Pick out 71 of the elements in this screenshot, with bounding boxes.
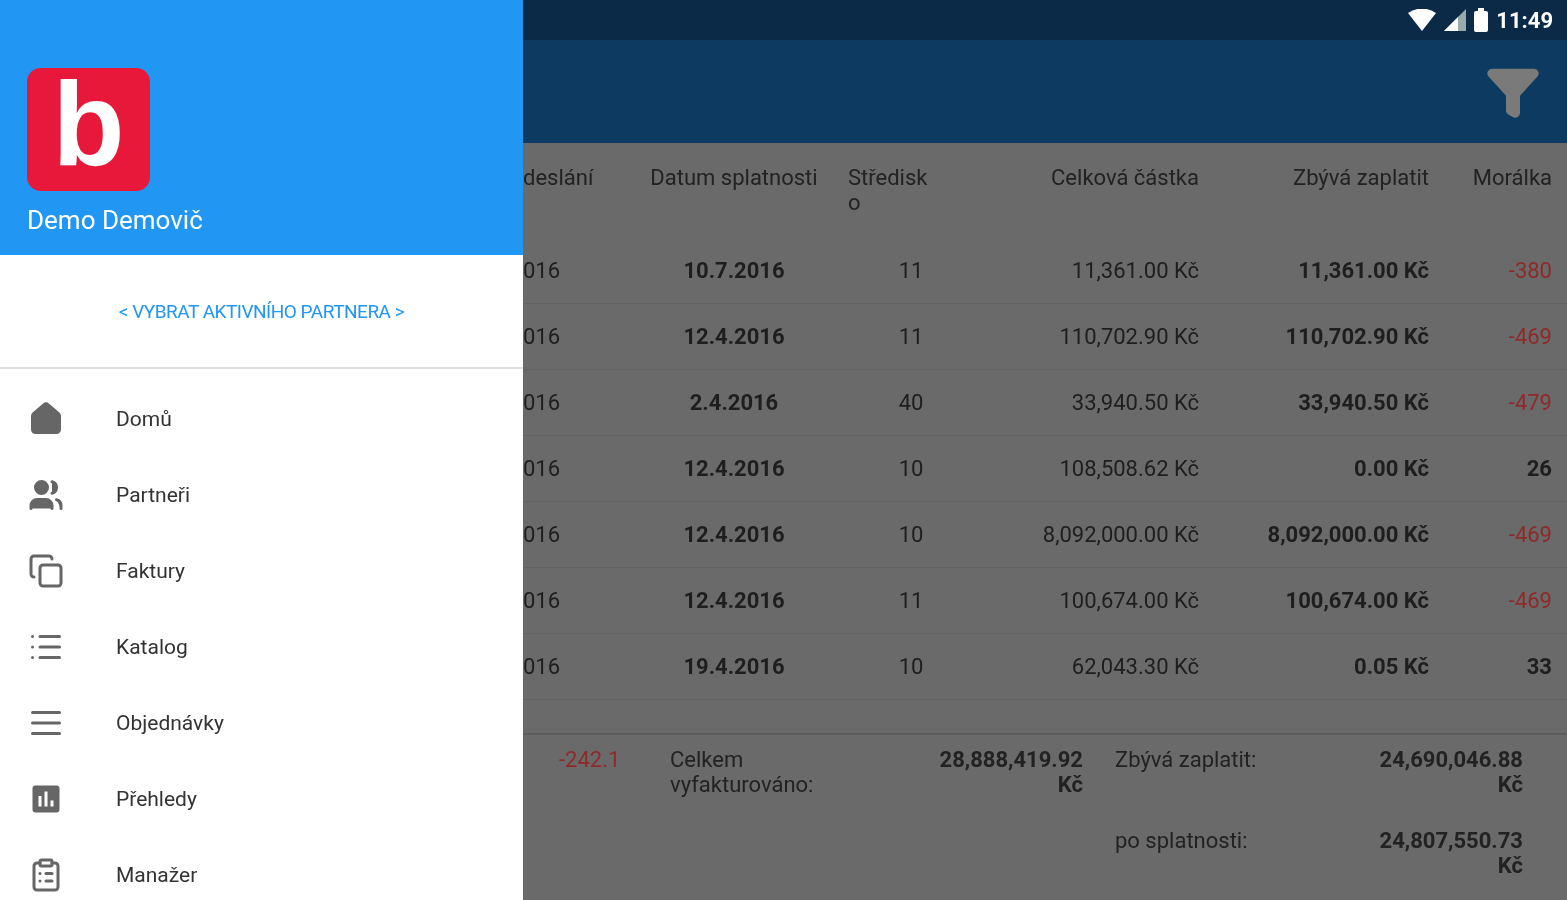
menu-item[interactable]: Přehledy bbox=[0, 761, 523, 837]
table-cell-text: 19.4.2016 bbox=[682, 654, 786, 679]
overdue-label: po splatnosti: bbox=[1114, 827, 1249, 855]
table-cell-text: 12.4.2016 bbox=[682, 522, 786, 547]
user-name: Demo Demovič bbox=[27, 205, 204, 235]
table-cell-text: 016 bbox=[523, 588, 562, 613]
remaining-label: Zbývá zaplatit: bbox=[1114, 747, 1258, 774]
table-cell-text: 2.4.2016 bbox=[688, 390, 780, 415]
invoiced-value: 28,888,419.92 Kč bbox=[938, 747, 1083, 799]
average-morality: -242.1 bbox=[558, 747, 622, 774]
table-cell-text: 11 bbox=[897, 258, 925, 283]
table-cell-text: -479 bbox=[1507, 390, 1552, 415]
table-cell-text: 11 bbox=[897, 324, 925, 349]
table-cell-text: 100,674.00 Kč bbox=[1058, 588, 1199, 613]
table-cell-text: 8,092,000.00 Kč bbox=[1266, 522, 1429, 547]
table-cell-text: 016 bbox=[523, 324, 562, 349]
table-cell-text: 12.4.2016 bbox=[682, 588, 786, 613]
copies-icon bbox=[28, 553, 64, 589]
table-cell-text: 0.05 Kč bbox=[1353, 654, 1429, 679]
column-header: Středisko bbox=[848, 165, 929, 215]
battery-icon bbox=[1474, 8, 1489, 32]
table-cell-text: 108,508.62 Kč bbox=[1058, 456, 1199, 481]
menu-item[interactable]: Partneři bbox=[0, 457, 523, 533]
home-icon bbox=[28, 401, 64, 437]
people-icon bbox=[28, 477, 64, 513]
table-cell-text: 12.4.2016 bbox=[682, 324, 786, 349]
table-cell-text: 10 bbox=[897, 654, 925, 679]
overdue-value: 24,807,550.73 Kč bbox=[1378, 827, 1523, 880]
remaining-value: 24,690,046.88 Kč bbox=[1378, 747, 1523, 799]
menu-item[interactable]: Faktury bbox=[0, 533, 523, 609]
table-cell-text: 10 bbox=[897, 522, 925, 547]
table-cell-text: 110,702.90 Kč bbox=[1058, 324, 1199, 349]
column-header: Celková částka bbox=[1050, 165, 1199, 190]
table-cell-text: 33,940.50 Kč bbox=[1070, 390, 1199, 415]
wifi-icon bbox=[1408, 9, 1437, 31]
invoiced-label: Celkem vyfakturováno: bbox=[669, 747, 815, 799]
table-cell-text: 0.00 Kč bbox=[1353, 456, 1429, 481]
clock: 11:49 bbox=[1496, 7, 1553, 33]
menu-item[interactable]: Objednávky bbox=[0, 685, 523, 761]
table-cell-text: 11 bbox=[897, 588, 925, 613]
signal-icon bbox=[1444, 9, 1467, 31]
column-header: deslání bbox=[523, 165, 595, 190]
column-header: Zbývá zaplatit bbox=[1291, 165, 1429, 190]
table-cell-text: 8,092,000.00 Kč bbox=[1041, 522, 1199, 547]
table-cell-text: 11,361.00 Kč bbox=[1070, 258, 1199, 283]
table-cell-text: 10 bbox=[897, 456, 925, 481]
table-cell-text: -469 bbox=[1507, 588, 1552, 613]
table-cell-text: 33 bbox=[1525, 654, 1552, 679]
table-cell-text: 110,702.90 Kč bbox=[1284, 324, 1429, 349]
table-cell-text: 016 bbox=[523, 456, 562, 481]
table-cell-text: -469 bbox=[1507, 522, 1552, 547]
table-cell-text: -469 bbox=[1507, 324, 1552, 349]
table-cell-text: 016 bbox=[523, 654, 562, 679]
table-cell-text: 016 bbox=[523, 390, 562, 415]
menu-item[interactable]: Domů bbox=[0, 381, 523, 457]
table-cell-text: 016 bbox=[523, 258, 562, 283]
table-cell-text: -380 bbox=[1507, 258, 1552, 283]
column-header: Morálka bbox=[1471, 165, 1552, 190]
menu-item[interactable]: Manažer bbox=[0, 837, 523, 900]
table-cell-text: 33,940.50 Kč bbox=[1297, 390, 1429, 415]
table-cell-text: 11,361.00 Kč bbox=[1297, 258, 1429, 283]
table-cell-text: 10.7.2016 bbox=[682, 258, 786, 283]
table-cell-text: 016 bbox=[523, 522, 562, 547]
app-logo: b bbox=[27, 68, 150, 191]
menu-item[interactable]: Katalog bbox=[0, 609, 523, 685]
table-cell-text: 12.4.2016 bbox=[682, 456, 786, 481]
table-cell-text: 26 bbox=[1525, 456, 1552, 481]
column-header: Datum splatnosti bbox=[649, 165, 819, 190]
table-cell-text: 40 bbox=[897, 390, 925, 415]
table-cell-text: 100,674.00 Kč bbox=[1284, 588, 1429, 613]
table-cell-text: 62,043.30 Kč bbox=[1070, 654, 1199, 679]
